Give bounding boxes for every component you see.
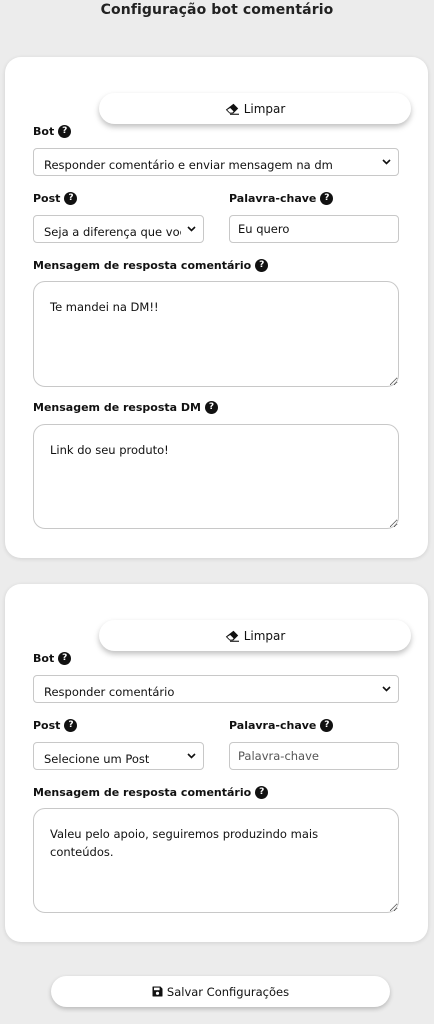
- save-settings-label: Salvar Configurações: [166, 984, 290, 999]
- help-icon[interactable]: ?: [205, 401, 218, 414]
- comment-reply-textarea[interactable]: Valeu pelo apoio, seguiremos produzindo …: [33, 808, 399, 913]
- help-icon[interactable]: ?: [255, 786, 269, 799]
- eraser-icon: [225, 630, 239, 642]
- help-icon[interactable]: ?: [58, 652, 72, 665]
- bot-label: Bot ?: [33, 652, 72, 665]
- bot-label: Bot ?: [33, 125, 72, 138]
- clear-button[interactable]: Limpar: [99, 620, 411, 651]
- help-icon[interactable]: ?: [320, 192, 334, 205]
- help-icon[interactable]: ?: [64, 192, 78, 205]
- keyword-label: Palavra-chave ?: [229, 192, 334, 205]
- chevron-down-icon: [187, 226, 196, 232]
- chevron-down-icon: [382, 159, 391, 165]
- eraser-icon: [225, 103, 239, 115]
- save-settings-button[interactable]: Salvar Configurações: [51, 976, 390, 1007]
- keyword-input[interactable]: [229, 215, 399, 243]
- comment-reply-label: Mensagem de resposta comentário ?: [33, 259, 269, 272]
- clear-button[interactable]: Limpar: [99, 93, 411, 124]
- post-label: Post ?: [33, 719, 78, 732]
- keyword-input[interactable]: [229, 742, 399, 770]
- post-select[interactable]: Selecione um Post: [33, 742, 204, 770]
- post-select[interactable]: Seja a diferença que você: [33, 215, 204, 243]
- chevron-down-icon: [382, 686, 391, 692]
- bot-config-card-1: Limpar Bot ? Responder comentário e envi…: [5, 57, 428, 558]
- comment-reply-label: Mensagem de resposta comentário ?: [33, 786, 269, 799]
- page: Configuração bot comentário Limpar Bot ?…: [0, 0, 434, 1024]
- bot-config-card-2: Limpar Bot ? Responder comentário Post ?…: [5, 584, 428, 942]
- comment-reply-textarea[interactable]: Te mandei na DM!!: [33, 281, 399, 387]
- help-icon[interactable]: ?: [64, 719, 78, 732]
- chevron-down-icon: [187, 753, 196, 759]
- bot-select[interactable]: Responder comentário e enviar mensagem n…: [33, 148, 399, 176]
- help-icon[interactable]: ?: [255, 259, 269, 272]
- dm-reply-textarea[interactable]: Link do seu produto!: [33, 424, 399, 529]
- post-label: Post ?: [33, 192, 78, 205]
- clear-button-label: Limpar: [243, 101, 286, 116]
- page-title: Configuração bot comentário: [100, 2, 334, 18]
- bot-select[interactable]: Responder comentário: [33, 675, 399, 703]
- floppy-disk-icon: [152, 986, 163, 997]
- help-icon[interactable]: ?: [58, 125, 72, 138]
- dm-reply-label: Mensagem de resposta DM ?: [33, 401, 218, 414]
- help-icon[interactable]: ?: [320, 719, 334, 732]
- clear-button-label: Limpar: [243, 628, 286, 643]
- keyword-label: Palavra-chave ?: [229, 719, 334, 732]
